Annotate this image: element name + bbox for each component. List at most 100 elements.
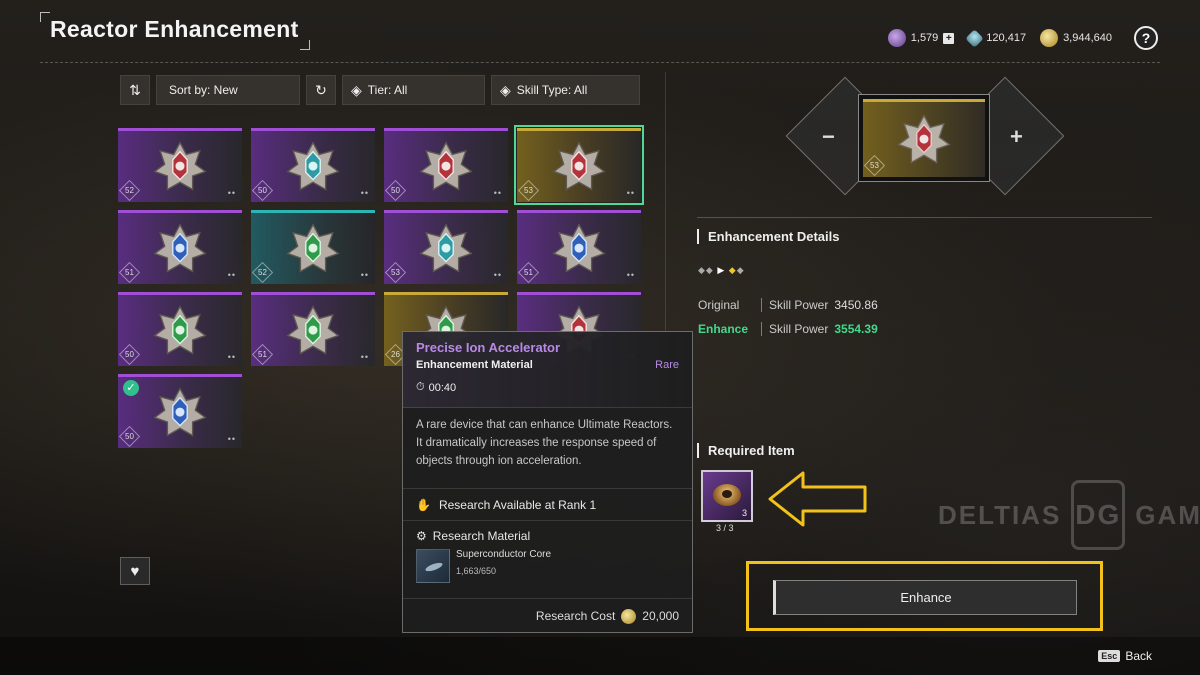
help-button[interactable]: ? — [1134, 26, 1158, 50]
reactor-level-badge: 50 — [251, 179, 274, 202]
back-button[interactable]: Esc Back — [1098, 649, 1152, 663]
gold-coin-icon — [1040, 29, 1059, 47]
reactor-card[interactable]: 53 •• — [384, 210, 508, 284]
enhance-label: Enhance — [698, 322, 749, 336]
hand-icon: ✋ — [416, 497, 431, 512]
reactor-slot-dots: •• — [360, 188, 369, 198]
enhance-preview: − + 53 — [785, 74, 1065, 198]
reactor-card[interactable]: 50 •• ✓ — [118, 374, 242, 448]
layers-icon: ◈ — [500, 81, 511, 98]
footer-bar — [0, 637, 1200, 675]
sort-order-icon: ⇅ — [129, 81, 141, 98]
pointer-arrow-icon — [768, 471, 867, 527]
right-divider — [697, 217, 1152, 218]
reactor-level-badge: 52 — [251, 261, 274, 284]
favorite-button[interactable]: ♥ — [120, 557, 150, 585]
separator — [761, 322, 762, 336]
reactor-card[interactable]: 53 •• — [514, 125, 644, 205]
reactor-slot-dots: •• — [227, 352, 236, 362]
currency-purple: 1,579 + — [887, 29, 955, 47]
superconductor-core-icon — [416, 549, 450, 583]
reactor-slot-dots: •• — [360, 270, 369, 280]
original-stat-row: Original Skill Power 3450.86 — [698, 298, 878, 312]
enhancement-details-title: Enhancement Details — [697, 229, 840, 244]
tooltip-item-name: Precise Ion Accelerator — [416, 340, 561, 355]
reactor-card[interactable]: 50 •• — [384, 128, 508, 202]
add-currency-button[interactable]: + — [943, 32, 955, 44]
currency-bar: 1,579 + 120,417 3,944,640 ? — [887, 26, 1158, 50]
tier-filter-label: Tier: All — [367, 83, 408, 97]
reactor-slot-dots: •• — [227, 188, 236, 198]
reactor-level-badge: 50 — [118, 425, 141, 448]
currency-teal: 120,417 — [965, 28, 1026, 48]
reactor-card[interactable]: 52 •• — [251, 210, 375, 284]
reactor-level-badge: 50 — [118, 343, 141, 366]
reactor-card[interactable]: 51 •• — [251, 292, 375, 366]
ion-accelerator-icon — [713, 484, 741, 506]
research-title-row: ⚙ Research Material — [416, 529, 679, 543]
preview-slot: 53 — [858, 94, 990, 182]
enhance-button[interactable]: Enhance — [773, 580, 1077, 615]
reactor-card[interactable]: 50 •• — [251, 128, 375, 202]
reactor-slot-dots: •• — [626, 270, 635, 280]
refresh-button[interactable]: ↻ — [306, 75, 336, 105]
layers-icon: ◈ — [351, 81, 362, 98]
filter-toolbar: ⇅ Sort by: New ↻ ◈ Tier: All ◈ Skill Typ… — [120, 75, 640, 105]
reactor-icon — [286, 304, 340, 355]
reactor-level-badge: 51 — [118, 261, 141, 284]
sort-dropdown[interactable]: Sort by: New — [156, 75, 300, 105]
enhance-stat-value: 3554.39 — [834, 322, 878, 336]
material-name: Superconductor Core — [456, 549, 552, 560]
refresh-icon: ↻ — [315, 81, 327, 98]
teal-gem-icon — [965, 28, 984, 48]
research-material: Superconductor Core 1,663/650 — [416, 549, 679, 583]
item-tooltip: Precise Ion Accelerator Enhancement Mate… — [402, 331, 693, 633]
reactor-level-badge: 51 — [517, 261, 540, 284]
research-cost-label: Research Cost — [535, 609, 616, 623]
reactor-icon — [552, 222, 606, 273]
required-item-slot[interactable]: 3 — [701, 470, 753, 522]
minus-icon: − — [822, 124, 835, 149]
reactor-icon — [552, 140, 606, 191]
reactor-level-badge: 52 — [118, 179, 141, 202]
required-item-qty: 3 — [741, 508, 747, 518]
reactor-slot-dots: •• — [227, 270, 236, 280]
reactor-level-badge: 50 — [384, 179, 407, 202]
reactor-card[interactable]: 51 •• — [118, 210, 242, 284]
tooltip-description: A rare device that can enhance Ultimate … — [403, 408, 692, 489]
reactor-card[interactable]: 51 •• — [517, 210, 641, 284]
reactor-card[interactable]: 52 •• — [118, 128, 242, 202]
currency-gold: 3,944,640 — [1040, 29, 1112, 47]
currency-value: 3,944,640 — [1063, 32, 1112, 44]
original-stat-name: Skill Power — [769, 298, 829, 312]
page-title: Reactor Enhancement — [50, 16, 299, 42]
reactor-slot-dots: •• — [493, 270, 502, 280]
sort-order-button[interactable]: ⇅ — [120, 75, 150, 105]
tier-filter[interactable]: ◈ Tier: All — [342, 75, 485, 105]
currency-value: 1,579 — [910, 32, 939, 44]
reactor-icon — [286, 140, 340, 191]
material-count: 1,663/650 — [456, 566, 497, 576]
tooltip-rank-text: Research Available at Rank 1 — [438, 497, 597, 512]
plus-icon: + — [1010, 124, 1023, 149]
original-stat-value: 3450.86 — [834, 298, 878, 312]
frame-corner — [300, 40, 310, 50]
reactor-icon — [153, 140, 207, 191]
reactor-slot-dots: •• — [493, 188, 502, 198]
reactor-icon — [419, 140, 473, 191]
tooltip-timer: ⏱ 00:40 — [416, 381, 679, 394]
skill-type-filter[interactable]: ◈ Skill Type: All — [491, 75, 640, 105]
tooltip-type-row: Enhancement Material Rare — [416, 359, 679, 371]
frame-corner — [40, 12, 50, 22]
gold-coin-icon — [621, 608, 637, 624]
back-label: Back — [1125, 649, 1152, 663]
reactor-card[interactable]: 50 •• — [118, 292, 242, 366]
timer-icon: ⏱ — [416, 381, 425, 393]
header-divider — [40, 62, 1160, 63]
reactor-icon — [897, 113, 951, 164]
enhance-stat-name: Skill Power — [769, 322, 829, 336]
reactor-icon — [153, 304, 207, 355]
tooltip-item-type: Enhancement Material — [416, 359, 533, 371]
gears-icon: ⚙ — [416, 529, 427, 543]
enhance-stat-row: Enhance Skill Power 3554.39 — [698, 322, 878, 336]
